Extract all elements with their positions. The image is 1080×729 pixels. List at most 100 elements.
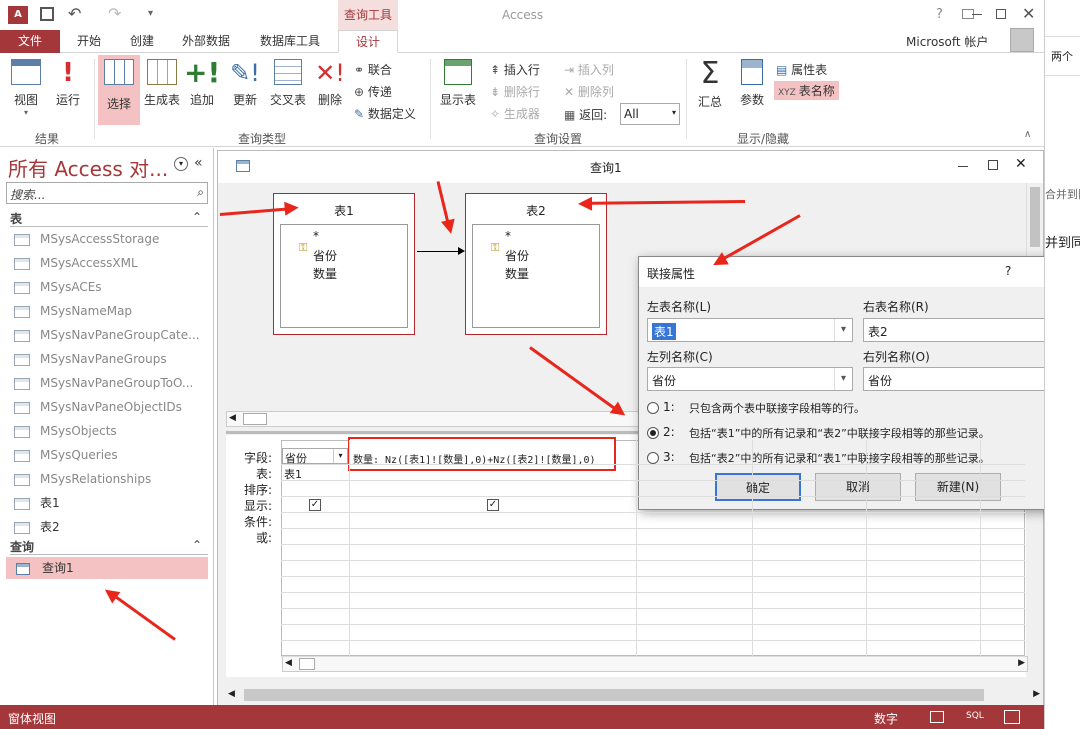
- tab-external-data[interactable]: 外部数据: [168, 30, 244, 53]
- chevron-down-icon: ▾: [23, 108, 28, 117]
- nav-section-queries[interactable]: 查询 ⌃: [10, 538, 210, 555]
- nav-search-input[interactable]: 搜索... ⌕: [6, 182, 208, 204]
- nav-item-table[interactable]: MSysObjects: [14, 420, 210, 442]
- field-cell-2-expression[interactable]: 数量: Nz([表1]![数量],0)+Nz([表2]![数量],0): [348, 437, 616, 471]
- maximize-icon[interactable]: [988, 160, 998, 170]
- nav-title[interactable]: 所有 Access 对...: [8, 153, 168, 182]
- nav-item-table[interactable]: MSysNavPaneGroupCate...: [14, 324, 210, 346]
- show-checkbox-2[interactable]: ✓: [487, 499, 499, 511]
- scroll-thumb[interactable]: [299, 658, 315, 670]
- field-province[interactable]: 省份: [313, 247, 337, 264]
- maximize-icon[interactable]: [996, 9, 1006, 19]
- nav-menu-icon[interactable]: ▾: [174, 157, 188, 171]
- nav-section-tables[interactable]: 表 ⌃: [10, 210, 210, 227]
- field-quantity[interactable]: 数量: [505, 265, 529, 282]
- nav-item-query1[interactable]: 查询1: [6, 557, 208, 579]
- make-table-button[interactable]: 生成表: [142, 59, 182, 108]
- scroll-thumb[interactable]: [243, 413, 267, 425]
- window-hscroll[interactable]: ◀ ▶: [226, 687, 1042, 703]
- left-table-select[interactable]: 表1 ▾: [647, 318, 853, 342]
- close-icon[interactable]: ✕: [1022, 4, 1035, 23]
- right-column-select[interactable]: 省份 ▾: [863, 367, 1069, 391]
- select-query-button[interactable]: 选择: [98, 55, 140, 125]
- scroll-left-icon[interactable]: ◀: [229, 413, 236, 423]
- scroll-thumb[interactable]: [244, 689, 984, 701]
- table-pane-hscroll[interactable]: ◀: [226, 411, 646, 427]
- nav-item-table[interactable]: 表1: [14, 492, 210, 514]
- data-definition-button[interactable]: ✎ 数据定义: [354, 105, 416, 122]
- nav-item-table[interactable]: MSysAccessXML: [14, 252, 210, 274]
- join-option-2-radio[interactable]: [647, 427, 659, 439]
- field-province[interactable]: 省份: [505, 247, 529, 264]
- insert-columns-button[interactable]: ⇥ 插入列: [564, 61, 614, 78]
- nav-item-table[interactable]: MSysNameMap: [14, 300, 210, 322]
- nav-item-table[interactable]: MSysACEs: [14, 276, 210, 298]
- join-option-3-radio[interactable]: [647, 452, 659, 464]
- insert-rows-button[interactable]: ⇞ 插入行: [490, 61, 540, 78]
- tab-file[interactable]: 文件: [0, 30, 60, 53]
- nav-item-table[interactable]: MSysNavPaneGroupToO...: [14, 372, 210, 394]
- union-icon: ⚭: [354, 63, 368, 77]
- datasheet-view-icon[interactable]: [930, 711, 944, 723]
- append-button[interactable]: +! 追加: [184, 59, 220, 108]
- join-line[interactable]: [417, 251, 461, 252]
- tab-design[interactable]: 设计: [338, 30, 398, 53]
- nav-item-table[interactable]: MSysRelationships: [14, 468, 210, 490]
- field-quantity[interactable]: 数量: [313, 265, 337, 282]
- scroll-left-icon[interactable]: ◀: [285, 658, 292, 668]
- account-label[interactable]: Microsoft 帐户: [906, 33, 988, 50]
- show-checkbox-1[interactable]: ✓: [309, 499, 321, 511]
- join-option-1-radio[interactable]: [647, 402, 659, 414]
- tab-database-tools[interactable]: 数据库工具: [248, 30, 332, 53]
- undo-icon[interactable]: ↶: [68, 4, 81, 23]
- collapse-ribbon-icon[interactable]: ∧: [1024, 129, 1031, 140]
- scroll-right-icon[interactable]: ▶: [1018, 658, 1025, 668]
- return-select[interactable]: All ▾: [620, 103, 680, 125]
- customize-qat-icon[interactable]: ▾: [148, 8, 153, 19]
- union-button[interactable]: ⚭ 联合: [354, 61, 392, 78]
- save-icon[interactable]: [40, 7, 54, 21]
- update-button[interactable]: ✎! 更新: [226, 59, 264, 108]
- delete-rows-button[interactable]: ⇟ 删除行: [490, 83, 540, 100]
- close-icon[interactable]: ✕: [1015, 156, 1027, 172]
- show-table-button[interactable]: 显示表: [436, 59, 480, 108]
- field-star[interactable]: *: [313, 229, 319, 243]
- nav-item-table[interactable]: MSysQueries: [14, 444, 210, 466]
- builder-button[interactable]: ✧ 生成器: [490, 105, 540, 122]
- parameters-button[interactable]: 参数: [734, 59, 770, 108]
- scroll-right-icon[interactable]: ▶: [1033, 689, 1040, 699]
- access-logo-icon[interactable]: A: [8, 6, 28, 24]
- nav-collapse-icon[interactable]: «: [194, 155, 203, 171]
- nav-item-table[interactable]: 表2: [14, 516, 210, 538]
- tab-home[interactable]: 开始: [62, 30, 116, 53]
- field-star[interactable]: *: [505, 229, 511, 243]
- crosstab-button[interactable]: 交叉表: [266, 59, 310, 108]
- nav-item-table[interactable]: MSysNavPaneGroups: [14, 348, 210, 370]
- delete-query-button[interactable]: ✕! 删除: [312, 59, 348, 108]
- run-button[interactable]: ! 运行: [50, 59, 86, 108]
- table-names-button[interactable]: XYZ 表名称: [774, 81, 839, 100]
- design-grid-hscroll[interactable]: ◀ ▶: [282, 656, 1028, 672]
- field-cell-1[interactable]: 省份 ▾: [282, 448, 348, 465]
- minimize-icon[interactable]: [972, 14, 982, 15]
- help-icon[interactable]: ?: [936, 7, 943, 22]
- scroll-left-icon[interactable]: ◀: [228, 689, 235, 699]
- avatar[interactable]: [1010, 28, 1034, 52]
- redo-icon[interactable]: ↷: [108, 4, 121, 23]
- sql-view-icon[interactable]: SQL: [966, 711, 984, 721]
- totals-button[interactable]: Σ 汇总: [692, 59, 728, 110]
- minimize-icon[interactable]: [958, 166, 968, 167]
- tab-create[interactable]: 创建: [118, 30, 166, 53]
- property-sheet-button[interactable]: ▤ 属性表: [776, 61, 827, 78]
- table-box-2[interactable]: 表2 * ⚿ 省份 数量: [465, 193, 607, 335]
- right-table-select[interactable]: 表2 ▾: [863, 318, 1069, 342]
- pass-through-button[interactable]: ⊕ 传递: [354, 83, 392, 100]
- help-icon[interactable]: ?: [1005, 264, 1011, 278]
- left-column-select[interactable]: 省份 ▾: [647, 367, 853, 391]
- design-view-icon[interactable]: [1004, 710, 1020, 724]
- nav-item-table[interactable]: MSysAccessStorage: [14, 228, 210, 250]
- view-button[interactable]: 视图 ▾: [6, 59, 46, 117]
- scroll-thumb[interactable]: [1030, 187, 1040, 247]
- delete-columns-button[interactable]: ✕ 删除列: [564, 83, 614, 100]
- nav-item-table[interactable]: MSysNavPaneObjectIDs: [14, 396, 210, 418]
